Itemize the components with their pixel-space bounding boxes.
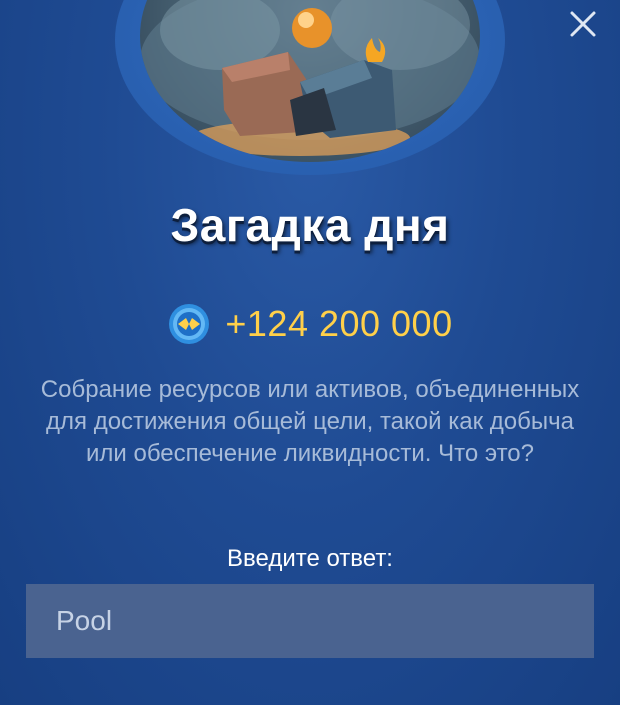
riddle-question: Собрание ресурсов или активов, объединен… xyxy=(40,376,580,467)
footer-hint-partial xyxy=(0,694,620,705)
answer-field-container[interactable] xyxy=(26,584,594,658)
close-icon xyxy=(570,11,596,37)
modal-title: Загадка дня xyxy=(170,199,450,251)
close-button[interactable] xyxy=(565,6,601,42)
coin-icon xyxy=(169,304,210,344)
answer-label: Введите ответ: xyxy=(227,545,393,572)
reward-row: +124 200 000 xyxy=(0,302,620,346)
reward-amount: +124 200 000 xyxy=(225,303,453,344)
answer-input[interactable] xyxy=(54,604,566,638)
